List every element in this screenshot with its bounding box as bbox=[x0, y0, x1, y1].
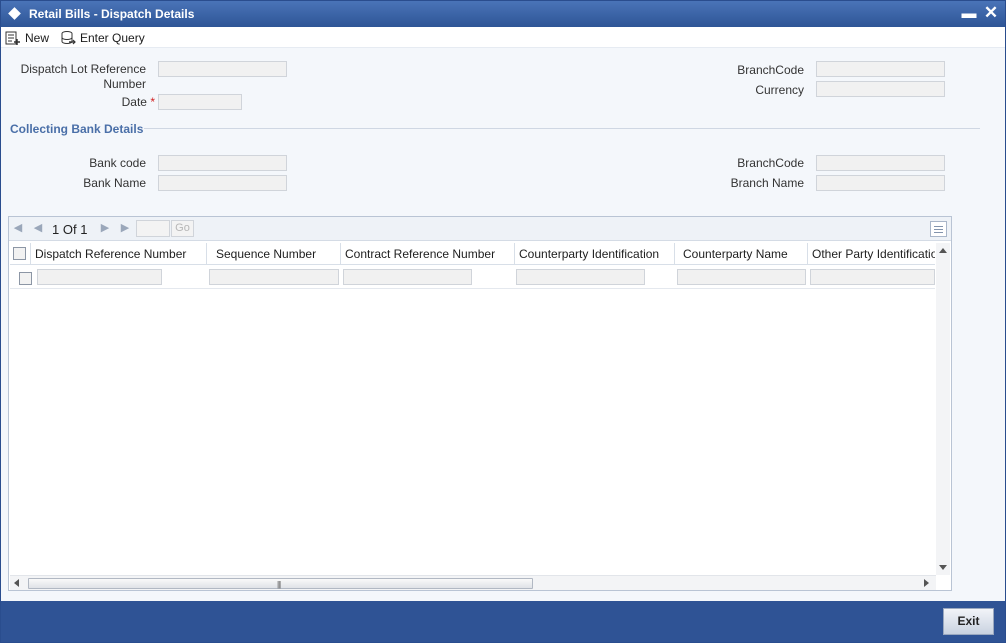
next-page-icon[interactable]: ▶ bbox=[99, 221, 111, 235]
pager: ◀︎ ◀ 1 Of 1 ▶ ▶ Go bbox=[9, 217, 951, 241]
total-pages: 1 bbox=[80, 222, 88, 237]
new-document-icon bbox=[5, 31, 20, 45]
first-page-icon[interactable]: ◀︎ bbox=[12, 221, 24, 235]
col-header-other-party-id[interactable]: Other Party Identificatio bbox=[808, 243, 935, 265]
required-marker: * bbox=[150, 95, 155, 109]
exit-button[interactable]: Exit bbox=[943, 608, 994, 635]
bank-name-field[interactable] bbox=[158, 175, 287, 191]
enter-query-label: Enter Query bbox=[80, 30, 145, 45]
date-field[interactable] bbox=[158, 94, 242, 110]
bank-code-label: Bank code bbox=[89, 156, 146, 170]
window-title: Retail Bills - Dispatch Details bbox=[29, 7, 195, 21]
collecting-branch-code-label: BranchCode bbox=[737, 156, 804, 170]
title-bar: Retail Bills - Dispatch Details ▬ ✕ bbox=[1, 1, 1005, 27]
scroll-grip-icon: ||| bbox=[277, 580, 281, 589]
scroll-left-icon[interactable] bbox=[14, 579, 19, 587]
col-header-dispatch-ref[interactable]: Dispatch Reference Number bbox=[31, 243, 207, 265]
bank-code-field[interactable] bbox=[158, 155, 287, 171]
branch-name-label: Branch Name bbox=[730, 176, 804, 190]
page-of-label: Of bbox=[62, 222, 77, 237]
date-label: Date bbox=[121, 95, 147, 109]
app-diamond-icon bbox=[8, 7, 21, 20]
grid-header-row: Dispatch Reference Number Sequence Numbe… bbox=[10, 243, 935, 265]
main-content: Dispatch Lot Reference Number Date * Bra… bbox=[1, 48, 1005, 601]
bank-name-label: Bank Name bbox=[83, 176, 146, 190]
section-divider bbox=[144, 128, 980, 129]
previous-page-icon[interactable]: ◀ bbox=[32, 221, 44, 235]
collecting-branch-code-field[interactable] bbox=[816, 155, 945, 171]
horizontal-scroll-thumb[interactable]: ||| bbox=[28, 578, 533, 589]
currency-field[interactable] bbox=[816, 81, 945, 97]
scroll-right-icon[interactable] bbox=[924, 579, 929, 587]
currency-label: Currency bbox=[755, 83, 804, 97]
retail-bills-dispatch-window: Retail Bills - Dispatch Details ▬ ✕ New bbox=[0, 0, 1006, 643]
toolbar: New Enter Query bbox=[1, 27, 1005, 48]
table-row bbox=[10, 266, 935, 289]
new-button-label: New bbox=[25, 30, 50, 45]
enter-query-button[interactable]: Enter Query bbox=[60, 29, 145, 46]
go-button[interactable]: Go bbox=[171, 220, 194, 237]
page-number-input[interactable] bbox=[136, 220, 170, 237]
row-checkbox[interactable] bbox=[19, 272, 32, 285]
scroll-up-icon[interactable] bbox=[939, 248, 947, 253]
sequence-number-cell[interactable] bbox=[209, 269, 339, 285]
col-header-counterparty-id[interactable]: Counterparty Identification bbox=[515, 243, 675, 265]
counterparty-id-cell[interactable] bbox=[516, 269, 645, 285]
last-page-icon[interactable]: ▶ bbox=[119, 221, 131, 235]
collecting-bank-section-title: Collecting Bank Details bbox=[10, 122, 144, 136]
page-indicator: 1 Of 1 bbox=[52, 222, 87, 237]
select-all-cell bbox=[10, 243, 31, 265]
scroll-down-icon[interactable] bbox=[939, 565, 947, 570]
column-menu-icon[interactable] bbox=[930, 221, 947, 237]
other-party-id-cell[interactable] bbox=[810, 269, 935, 285]
branch-name-field[interactable] bbox=[816, 175, 945, 191]
branch-code-field[interactable] bbox=[816, 61, 945, 77]
col-header-counterparty-name[interactable]: Counterparty Name bbox=[675, 243, 808, 265]
contract-ref-cell[interactable] bbox=[343, 269, 472, 285]
select-all-checkbox[interactable] bbox=[13, 247, 26, 260]
branch-code-label: BranchCode bbox=[737, 63, 804, 77]
close-icon[interactable]: ✕ bbox=[981, 3, 1001, 23]
vertical-scrollbar[interactable] bbox=[936, 243, 950, 575]
horizontal-scrollbar[interactable]: ||| bbox=[10, 575, 936, 590]
new-button[interactable]: New bbox=[5, 29, 49, 46]
col-header-contract-ref[interactable]: Contract Reference Number bbox=[341, 243, 515, 265]
counterparty-name-cell[interactable] bbox=[677, 269, 806, 285]
query-icon bbox=[61, 30, 76, 44]
dispatch-grid: ◀︎ ◀ 1 Of 1 ▶ ▶ Go Dispatch Reference Nu… bbox=[8, 216, 952, 591]
current-page: 1 bbox=[52, 222, 60, 237]
col-header-sequence-number[interactable]: Sequence Number bbox=[207, 243, 341, 265]
date-label-group: Date * bbox=[61, 95, 155, 109]
dispatch-lot-ref-field[interactable] bbox=[158, 61, 287, 77]
dispatch-lot-ref-label: Dispatch Lot Reference Number bbox=[20, 62, 146, 91]
dispatch-ref-cell[interactable] bbox=[37, 269, 162, 285]
footer-bar: Exit bbox=[1, 601, 1005, 642]
minimize-icon[interactable]: ▬ bbox=[959, 5, 979, 25]
